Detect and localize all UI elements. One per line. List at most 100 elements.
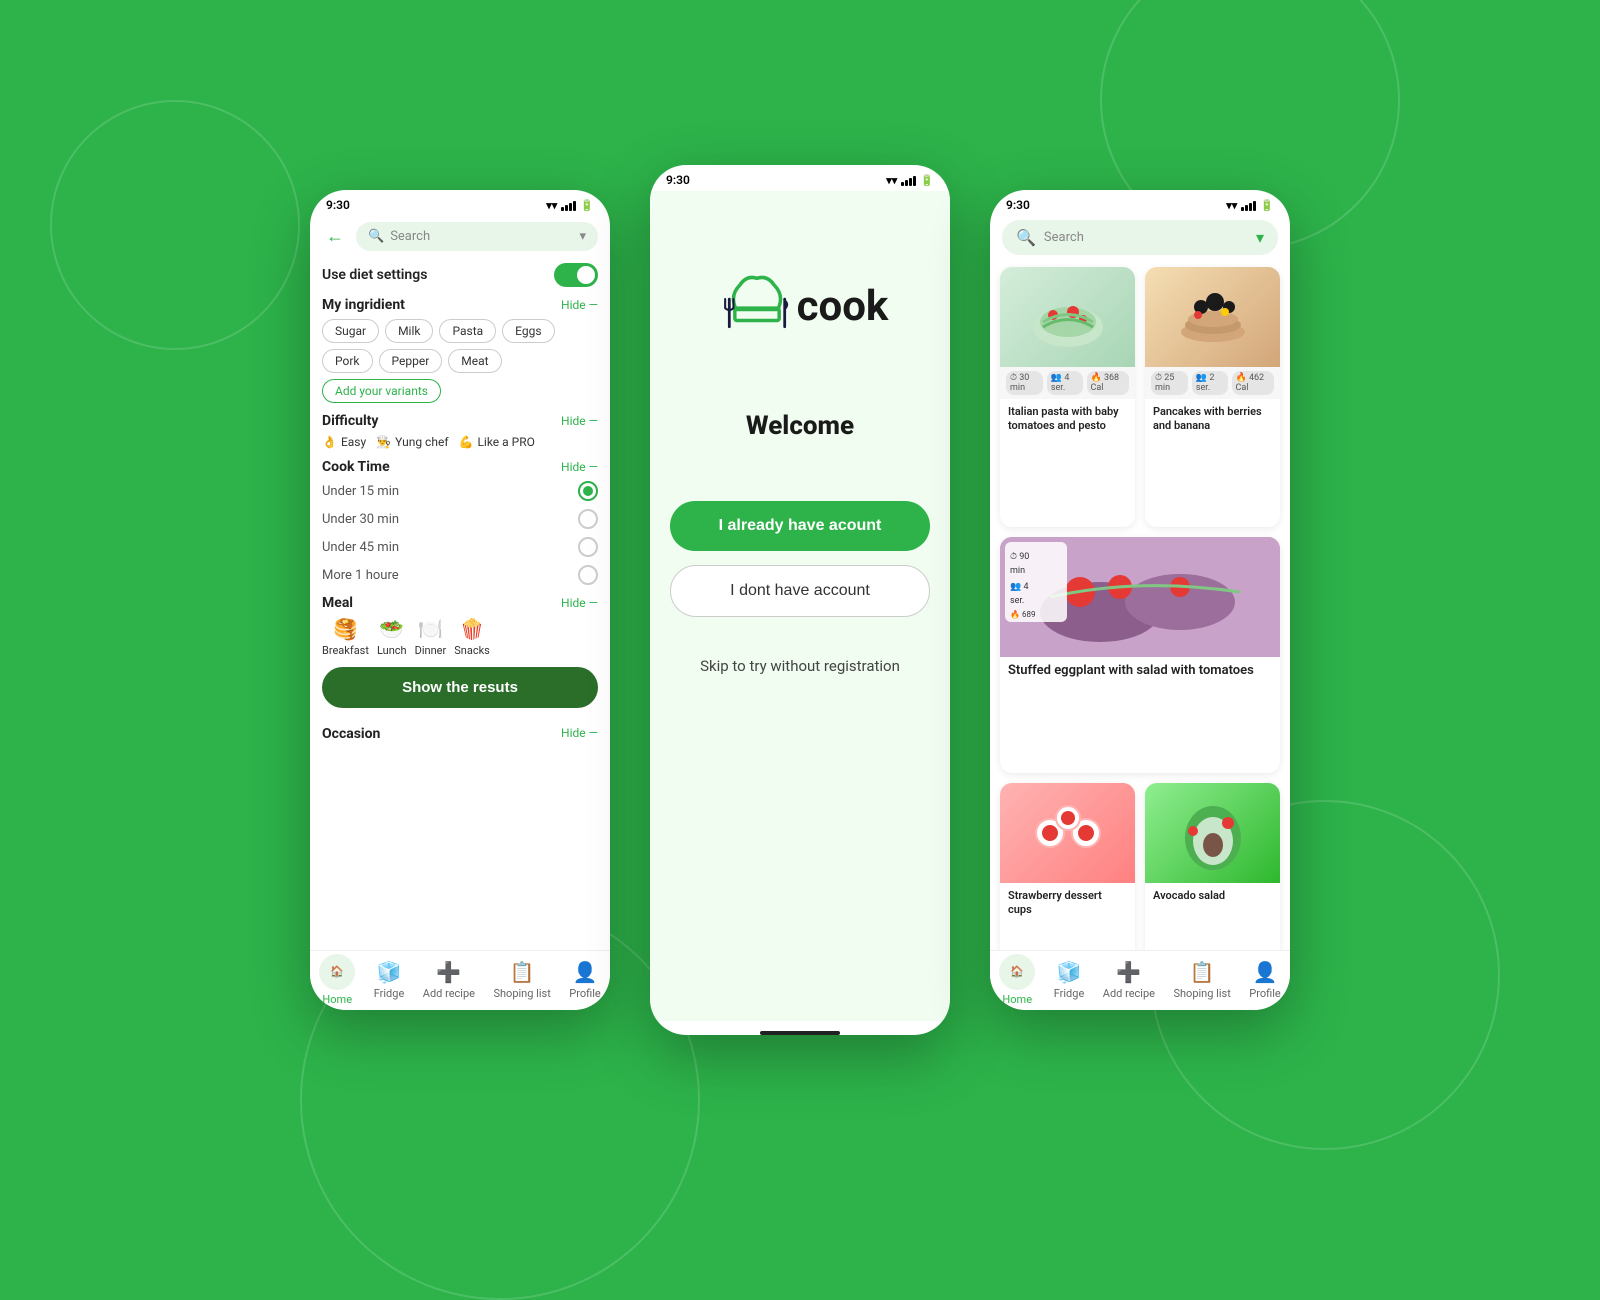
dropdown-arrow-right[interactable]: ▾ [1256, 228, 1264, 247]
occasion-hide-btn[interactable]: Hide — [561, 726, 598, 740]
nav-fridge-right[interactable]: 🧊 Fridge [1054, 960, 1085, 1000]
nav-add-left[interactable]: ➕ Add recipe [423, 960, 475, 1000]
dinner-emoji: 🍽️ [418, 617, 443, 641]
diet-toggle-row: Use diet settings [322, 263, 598, 287]
dropdown-arrow-left[interactable]: ▾ [579, 229, 586, 244]
recipe-title-4: Strawberry dessert cups [1000, 883, 1135, 926]
cook-time-15[interactable]: Under 15 min [322, 481, 598, 501]
signal-bars-center [901, 174, 916, 186]
strawberry-illustration [1028, 793, 1108, 873]
fridge-icon-left: 🧊 [377, 960, 402, 984]
nav-fridge-left[interactable]: 🧊 Fridge [374, 960, 405, 1000]
tag-meat[interactable]: Meat [448, 349, 501, 373]
meal-snacks[interactable]: 🍿 Snacks [454, 617, 490, 657]
meta-time-1: ⏱ 30 min [1006, 371, 1043, 395]
tag-pork[interactable]: Pork [322, 349, 373, 373]
fridge-icon-right: 🧊 [1057, 960, 1082, 984]
nav-home-label-left: Home [322, 993, 352, 1006]
nav-shopping-right[interactable]: 📋 Shoping list [1173, 960, 1230, 1000]
tag-pasta[interactable]: Pasta [439, 319, 496, 343]
radio-15[interactable] [578, 481, 598, 501]
search-bar-right[interactable]: 🔍 Search ▾ [1002, 220, 1278, 255]
cook-time-45-label: Under 45 min [322, 540, 399, 555]
nav-profile-right[interactable]: 👤 Profile [1249, 960, 1280, 1000]
difficulty-pro[interactable]: 💪 Like a PRO [459, 435, 535, 449]
radio-45[interactable] [578, 537, 598, 557]
status-bar-right: 9:30 ▾▾ 🔋 [990, 190, 1290, 216]
cook-time-30[interactable]: Under 30 min [322, 509, 598, 529]
meal-hide-btn[interactable]: Hide — [561, 596, 598, 610]
meal-breakfast[interactable]: 🥞 Breakfast [322, 617, 369, 657]
occasion-title: Occasion [322, 726, 380, 742]
have-account-button[interactable]: I already have acount [670, 501, 930, 551]
radio-1h[interactable] [578, 565, 598, 585]
shopping-icon-right: 📋 [1190, 960, 1215, 984]
difficulty-yung[interactable]: 👨‍🍳 Yung chef [376, 435, 448, 449]
phone-left: 9:30 ▾▾ 🔋 ← 🔍 Search ▾ [310, 190, 610, 1010]
tag-sugar[interactable]: Sugar [322, 319, 379, 343]
profile-icon-right: 👤 [1253, 960, 1278, 984]
tag-milk[interactable]: Milk [385, 319, 433, 343]
difficulty-hide-btn[interactable]: Hide — [561, 414, 598, 428]
tag-eggs[interactable]: Eggs [502, 319, 554, 343]
cook-time-45[interactable]: Under 45 min [322, 537, 598, 557]
home-indicator-center [760, 1031, 840, 1035]
breakfast-emoji: 🥞 [333, 617, 358, 641]
meal-title: Meal [322, 595, 353, 611]
nav-fridge-label-left: Fridge [374, 987, 405, 1000]
easy-label: Easy [341, 435, 366, 449]
status-icons-right: ▾▾ 🔋 [1226, 199, 1274, 212]
nav-shopping-left[interactable]: 📋 Shoping list [493, 960, 550, 1000]
diet-toggle[interactable] [554, 263, 598, 287]
meta-servings-2: 👥 2 ser. [1192, 371, 1228, 395]
pancakes-illustration [1173, 277, 1253, 357]
time-center: 9:30 [666, 173, 690, 187]
nav-home-right[interactable]: 🏠 Home [999, 954, 1035, 1006]
show-results-button[interactable]: Show the resuts [322, 667, 598, 708]
recipe-card-2[interactable]: ⏱ 25 min 👥 2 ser. 🔥 462 Cal Pancakes wit… [1145, 267, 1280, 527]
home-icon-right: 🏠 [1010, 965, 1024, 978]
meta-cal-2: 🔥 462 Cal [1232, 371, 1275, 395]
search-icon-right: 🔍 [1016, 228, 1036, 247]
occasion-header: Occasion Hide — [322, 724, 598, 742]
chef-hat-icon [712, 261, 802, 351]
svg-text:🔥 689: 🔥 689 [1010, 609, 1035, 619]
meal-dinner[interactable]: 🍽️ Dinner [415, 617, 447, 657]
back-button[interactable]: ← [322, 222, 348, 251]
signal-bars-right [1241, 199, 1256, 211]
battery-icon-right: 🔋 [1260, 199, 1274, 212]
recipe-card-3[interactable]: ⏱ 90 min 👥 4 ser. 🔥 689 Stuffed eggplant… [1000, 537, 1280, 773]
time-left: 9:30 [326, 198, 350, 212]
cook-time-1h[interactable]: More 1 houre [322, 565, 598, 585]
nav-home-left[interactable]: 🏠 Home [319, 954, 355, 1006]
meal-lunch[interactable]: 🥗 Lunch [377, 617, 407, 657]
recipe-title-1: Italian pasta with baby tomatoes and pes… [1000, 399, 1135, 442]
recipe-img-pancakes [1145, 267, 1280, 367]
profile-icon-left: 👤 [573, 960, 598, 984]
ingredient-hide-btn[interactable]: Hide — [561, 298, 598, 312]
ingredient-title: My ingridient [322, 297, 405, 313]
cook-time-15-label: Under 15 min [322, 484, 399, 499]
cook-time-header: Cook Time Hide — [322, 459, 598, 475]
recipe-card-1[interactable]: ⏱ 30 min 👥 4 ser. 🔥 368 Cal Italian past… [1000, 267, 1135, 527]
skip-link[interactable]: Skip to try without registration [700, 657, 900, 675]
nav-add-right[interactable]: ➕ Add recipe [1103, 960, 1155, 1000]
radio-30[interactable] [578, 509, 598, 529]
add-icon-left: ➕ [436, 960, 461, 984]
no-account-button[interactable]: I dont have account [670, 565, 930, 617]
difficulty-options: 👌 Easy 👨‍🍳 Yung chef 💪 Like a PRO [322, 435, 598, 449]
cook-time-hide-btn[interactable]: Hide — [561, 460, 598, 474]
status-bar-center: 9:30 ▾▾ 🔋 [650, 165, 950, 191]
dinner-label: Dinner [415, 644, 447, 657]
add-variants-btn[interactable]: Add your variants [322, 379, 441, 403]
avocado-illustration [1173, 793, 1253, 873]
ingredient-tags: Sugar Milk Pasta Eggs Pork Pepper Meat A… [322, 319, 598, 403]
battery-icon: 🔋 [580, 199, 594, 212]
tag-pepper[interactable]: Pepper [379, 349, 443, 373]
lunch-emoji: 🥗 [379, 617, 404, 641]
search-placeholder-right: Search [1044, 230, 1248, 245]
nav-profile-left[interactable]: 👤 Profile [569, 960, 600, 1000]
difficulty-easy[interactable]: 👌 Easy [322, 435, 366, 449]
lunch-label: Lunch [377, 644, 407, 657]
search-bar-left[interactable]: 🔍 Search ▾ [356, 222, 598, 251]
